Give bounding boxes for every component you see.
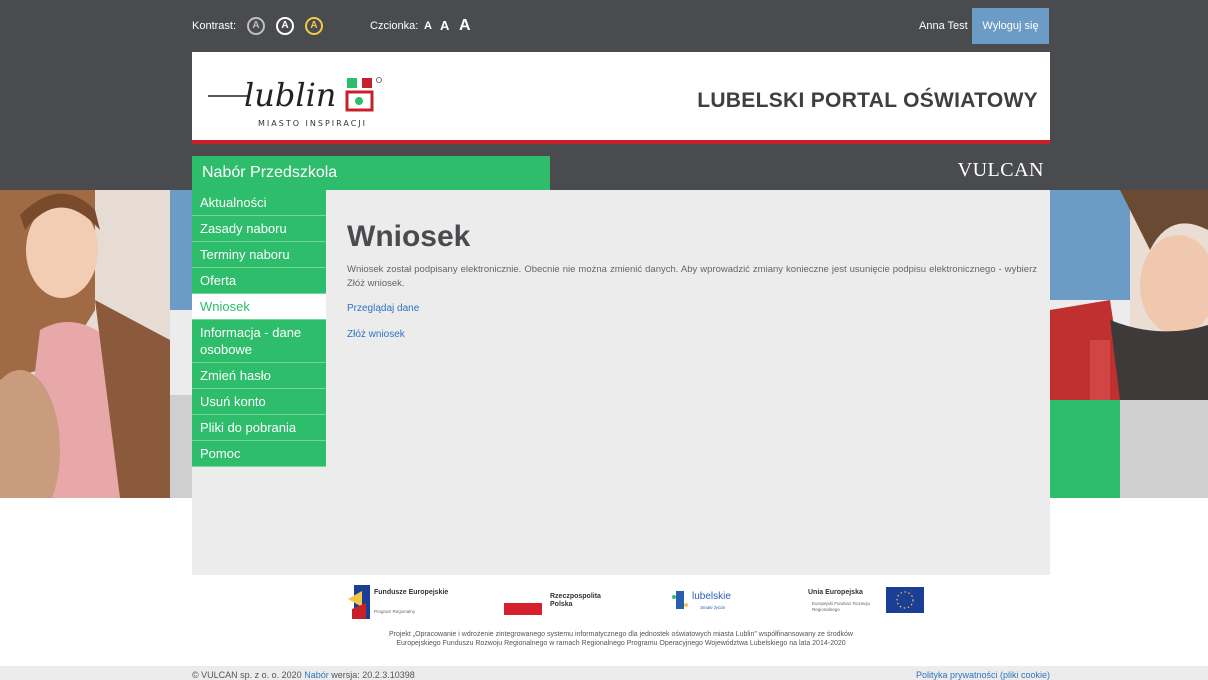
nabor-link[interactable]: Nabór — [304, 670, 329, 680]
lublin-emblem-icon — [345, 77, 382, 112]
font-size-large-button[interactable]: A — [459, 8, 471, 44]
polish-flag-icon — [504, 591, 542, 615]
site-header: lublin MIASTO INSPIRACJI LUBELSKI PORTAL… — [192, 52, 1050, 144]
logo-unia-europejska: Unia Europejska Europejski Fundusz Rozwo… — [808, 583, 928, 621]
copyright: © VULCAN sp. z o. o. 2020 Nabór wersja: … — [192, 670, 415, 680]
sidebar-item-zasady-naboru[interactable]: Zasady naboru — [192, 216, 326, 242]
font-size-small-button[interactable]: A — [424, 8, 432, 44]
sidebar-item-pliki[interactable]: Pliki do pobrania — [192, 415, 326, 441]
sidebar-item-wniosek[interactable]: Wniosek — [192, 294, 326, 320]
logo-wordmark: lublin — [244, 76, 336, 114]
sidebar-item-aktualnosci[interactable]: Aktualności — [192, 190, 326, 216]
logo-fundusze-europejskie: Fundusze Europejskie Program Regionalny — [348, 583, 458, 621]
main-content: Wniosek Wniosek został podpisany elektro… — [327, 190, 1050, 575]
logo-subtitle: MIASTO INSPIRACJI — [258, 119, 367, 128]
project-note-line-1: Projekt „Opracowanie i wdrożenie zintegr… — [389, 631, 853, 638]
project-note-line-2: Europejskiego Funduszu Rozwoju Regionaln… — [396, 640, 846, 647]
view-data-link[interactable]: Przeglądaj dane — [347, 303, 419, 314]
decor-block-green-right — [1050, 395, 1120, 498]
sidebar-nav: Aktualności Zasady naboru Terminy naboru… — [192, 190, 326, 467]
sidebar-item-usun-konto[interactable]: Usuń konto — [192, 389, 326, 415]
vulcan-logo: VULCAN — [957, 159, 1044, 181]
sidebar-item-dane-osobowe[interactable]: Informacja - dane osobowe — [192, 320, 326, 363]
user-name: Anna Test — [919, 20, 968, 32]
info-message: Wniosek został podpisany elektronicznie.… — [347, 264, 1037, 289]
contrast-label: Kontrast: — [192, 20, 237, 32]
logo-lubelskie: lubelskie Smaki życia! — [670, 583, 780, 621]
top-bar: Kontrast: A A A Czcionka: A A A Anna Tes… — [192, 8, 1050, 44]
submit-application-link[interactable]: Złóż wniosek — [347, 329, 405, 340]
font-size-medium-button[interactable]: A — [440, 8, 449, 44]
contrast-default-button[interactable]: A — [247, 17, 265, 35]
sidebar-item-terminy-naboru[interactable]: Terminy naboru — [192, 242, 326, 268]
contrast-high-button[interactable]: A — [276, 17, 294, 35]
module-title: Nabór Przedszkola — [192, 156, 550, 190]
project-note: Projekt „Opracowanie i wdrożenie zintegr… — [192, 630, 1050, 648]
decor-photo-right — [1050, 190, 1208, 400]
font-size-label: Czcionka: — [370, 20, 419, 32]
module-bar: Nabór Przedszkola VULCAN — [192, 156, 1050, 190]
sidebar-item-pomoc[interactable]: Pomoc — [192, 441, 326, 467]
fundusze-title: Fundusze Europejskie — [374, 589, 449, 596]
logo-rzeczpospolita: Rzeczpospolita Polska — [504, 583, 634, 621]
decor-block-gray-right — [1120, 395, 1208, 498]
logout-button[interactable]: Wyloguj się — [972, 8, 1049, 44]
sidebar-item-oferta[interactable]: Oferta — [192, 268, 326, 294]
lubelskie-subtitle: Smaki życia! — [700, 605, 726, 610]
lublin-logo[interactable]: lublin MIASTO INSPIRACJI — [204, 70, 404, 132]
sidebar-item-zmien-haslo[interactable]: Zmień hasło — [192, 363, 326, 389]
version-text: wersja: 20.2.3.10398 — [331, 670, 415, 680]
page-title: Wniosek — [347, 220, 471, 253]
contrast-yellow-button[interactable]: A — [305, 17, 323, 35]
lubelskie-emblem-icon — [672, 591, 688, 609]
funding-logos: Fundusze Europejskie Program Regionalny … — [192, 583, 1050, 625]
rzeczpospolita-title: Rzeczpospolita Polska — [550, 593, 601, 608]
privacy-policy-link[interactable]: Polityka prywatności (pliki cookie) — [916, 670, 1050, 680]
fundusze-emblem-icon — [348, 585, 370, 619]
decor-photo-left — [0, 190, 170, 498]
copyright-text: © VULCAN sp. z o. o. 2020 — [192, 670, 302, 680]
eu-flag-icon — [886, 587, 924, 613]
ue-subtitle: Europejski Fundusz Rozwoju Regionalnego — [812, 601, 871, 612]
lubelskie-title: lubelskie — [692, 591, 731, 602]
fundusze-subtitle: Program Regionalny — [374, 609, 416, 614]
portal-title: LUBELSKI PORTAL OŚWIATOWY — [697, 89, 1038, 112]
ue-title: Unia Europejska — [808, 589, 863, 596]
